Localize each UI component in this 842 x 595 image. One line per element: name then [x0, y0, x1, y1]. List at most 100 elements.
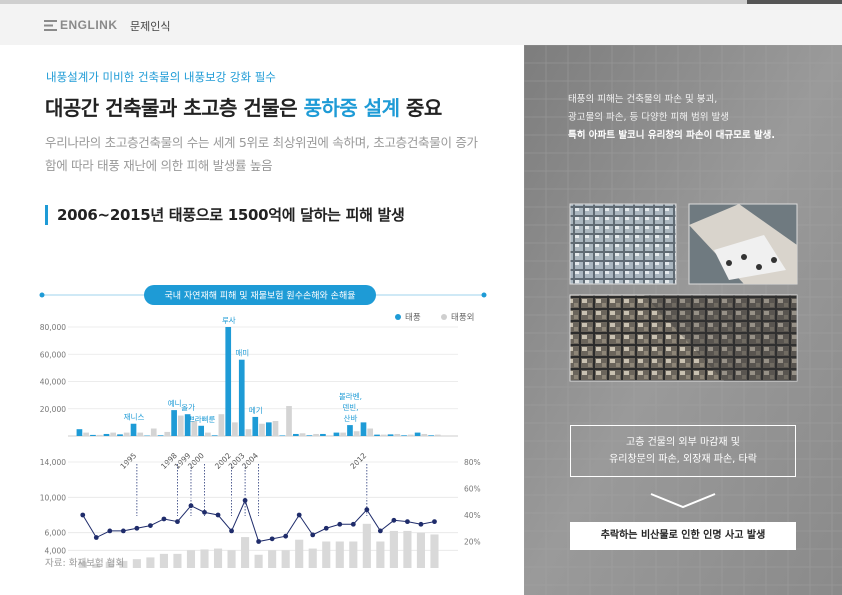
chevron-down-icon: [650, 493, 716, 509]
source-note: 자료: 화재보험 협회: [45, 558, 125, 569]
loss-ratio-point: [256, 539, 262, 544]
bar-typhoon: [252, 416, 259, 436]
bar-typhoon: [225, 327, 232, 436]
bar-other: [164, 431, 171, 436]
bar-claims: [132, 559, 141, 568]
loss-ratio-point: [432, 519, 437, 525]
bar-other: [96, 434, 103, 436]
logo[interactable]: ENGLINK: [44, 18, 118, 32]
bar-claims: [254, 554, 263, 568]
loss-ratio-point: [175, 519, 180, 525]
bar-claims: [389, 530, 398, 568]
bar-claims: [146, 557, 155, 568]
bar-other: [83, 432, 89, 436]
bar-other: [313, 433, 319, 436]
bar-other: [110, 432, 116, 436]
bar-typhoon: [401, 435, 407, 436]
chart-svg: 국내 자연재해 피해 및 재물보험 원수손해와 손해율태풍 태풍외 80,000 60…: [39, 285, 487, 592]
typhoon-name-label: 매미: [235, 349, 249, 358]
loss-ratio-point: [337, 521, 343, 527]
loss-ratio-point: [418, 521, 424, 527]
year-label: 2004: [240, 451, 260, 471]
loss-ratio-point: [283, 533, 289, 539]
bar-typhoon: [293, 433, 299, 436]
loss-ratio-point: [148, 523, 153, 528]
loss-ratio-point: [242, 498, 248, 503]
loss-ratio-point: [391, 517, 397, 523]
bar-typhoon: [265, 422, 272, 436]
y2-tick-label: 60%: [464, 485, 481, 494]
casualty-box: 추락하는 비산물로 인한 인명 사고 발생: [570, 522, 796, 550]
bar-typhoon: [117, 434, 123, 436]
bar-claims: [227, 550, 236, 568]
logo-mark-icon: [44, 19, 57, 31]
loss-ratio-point: [120, 528, 126, 534]
y-tick-label: 10,000: [40, 493, 66, 502]
y-tick-label: 80,000: [40, 323, 66, 332]
typhoon-name-label: 루사: [222, 316, 236, 325]
bar-other: [340, 432, 346, 436]
bar-other: [299, 433, 306, 436]
typhoon-name-label: 쁘라삐룬: [188, 415, 216, 424]
legend-swatch: [441, 314, 447, 320]
typhoon-name-label: 올가: [181, 403, 195, 412]
damage-outline-box: 고층 건물의 외부 마감재 및 유리창문의 파손, 외장재 파손, 타락: [570, 425, 796, 477]
year-label: 1995: [118, 451, 138, 471]
bar-claims: [362, 523, 371, 568]
bar-typhoon: [360, 422, 367, 436]
bar-other: [380, 434, 387, 436]
bar-typhoon: [211, 435, 218, 436]
title-rule-dot: [481, 292, 487, 298]
logo-text: ENGLINK: [60, 18, 118, 32]
y-tick-label: 20,000: [40, 405, 66, 414]
header-bar: ENGLINK 문제인식: [0, 4, 842, 45]
bar-claims: [186, 550, 196, 568]
panel-line-2: 광고물의 파손, 등 다양한 피해 범위 발생: [568, 112, 729, 123]
loss-ratio-point: [188, 503, 194, 509]
typhoon-name-label: 재니스: [124, 413, 145, 422]
loss-ratio-point: [215, 512, 221, 518]
loss-ratio-point: [161, 516, 167, 522]
bar-typhoon: [198, 425, 205, 436]
y-tick-label: 4,000: [45, 546, 67, 555]
title-post: 중요: [399, 96, 442, 120]
bar-claims: [308, 548, 317, 568]
bar-other: [259, 423, 265, 436]
loss-ratio-point: [377, 528, 383, 534]
photo-apartment: [569, 203, 677, 285]
y-tick-label: 14,000: [40, 458, 66, 467]
bar-claims: [281, 550, 290, 568]
bar-typhoon: [103, 433, 110, 436]
typhoon-name-label: 예니: [168, 398, 182, 408]
bar-claims: [200, 549, 209, 568]
loss-ratio-point: [350, 521, 356, 527]
bar-typhoon: [306, 435, 313, 436]
legend-swatch: [395, 314, 401, 320]
loss-ratio-point: [229, 528, 234, 534]
bar-claims: [213, 548, 223, 568]
bar-other: [205, 432, 211, 436]
legend-label: 태풍: [405, 313, 421, 323]
bar-typhoon: [414, 432, 421, 436]
bar-claims: [159, 553, 168, 568]
y-tick-label: 40,000: [40, 378, 66, 387]
y2-tick-label: 80%: [464, 458, 481, 467]
box1-line-1: 고층 건물의 외부 마감재 및: [626, 437, 740, 448]
bar-other: [326, 435, 333, 436]
bar-claims: [322, 541, 331, 568]
box1-line-2: 유리창문의 파손, 외장재 파손, 타락: [609, 454, 757, 465]
bar-typhoon: [333, 432, 340, 436]
bar-typhoon: [320, 433, 326, 436]
y-tick-label: 60,000: [40, 350, 66, 359]
bar-claims: [349, 541, 358, 568]
bar-other: [353, 431, 360, 436]
loss-ratio-point: [93, 535, 99, 540]
bar-typhoon: [76, 429, 83, 436]
bar-other: [123, 432, 130, 436]
bar-other: [245, 429, 252, 436]
loss-ratio-point: [323, 525, 329, 531]
bar-typhoon: [347, 425, 353, 436]
bar-claims: [403, 530, 412, 568]
y-tick-label: 6,000: [45, 529, 67, 538]
loss-ratio-point: [269, 536, 275, 542]
